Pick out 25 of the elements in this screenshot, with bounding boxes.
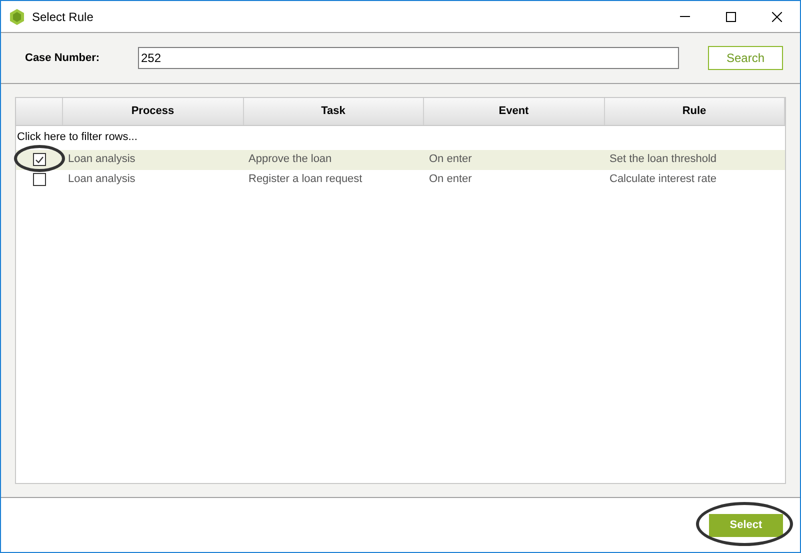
checkbox[interactable] xyxy=(33,153,46,166)
check-icon xyxy=(35,156,44,164)
column-header[interactable]: Process xyxy=(63,98,244,125)
column-header[interactable]: Task xyxy=(244,98,424,125)
close-icon xyxy=(772,12,782,22)
table-cell-text: Register a loan request xyxy=(248,172,364,188)
table-cell-text: On enter xyxy=(428,172,473,188)
column-header[interactable]: Event xyxy=(424,98,604,125)
table-cell-text: Calculate interest rate xyxy=(608,172,718,188)
case-number-field[interactable]: 252 xyxy=(138,47,679,69)
column-header[interactable]: Rule xyxy=(604,98,785,125)
app-logo-icon xyxy=(10,8,24,24)
table-cell-text: Set the loan threshold xyxy=(608,152,718,168)
table-cell-text: On enter xyxy=(428,152,473,168)
table-cell-text: Approve the loan xyxy=(248,152,333,168)
highlight-ellipse xyxy=(14,145,65,172)
table-cell-text: Loan analysis xyxy=(67,172,136,188)
checkbox[interactable] xyxy=(33,173,46,186)
filter-row-link[interactable]: Click here to filter rows... xyxy=(17,129,138,146)
table-cell-text: Loan analysis xyxy=(67,152,136,168)
table-row[interactable]: Loan analysis Approve the loan On enter Set the loan threshold xyxy=(16,150,785,170)
minimize-icon xyxy=(680,16,690,17)
window-title: Select Rule xyxy=(32,8,94,26)
case-number-label: Case Number: xyxy=(25,50,101,66)
maximize-icon xyxy=(726,12,736,22)
